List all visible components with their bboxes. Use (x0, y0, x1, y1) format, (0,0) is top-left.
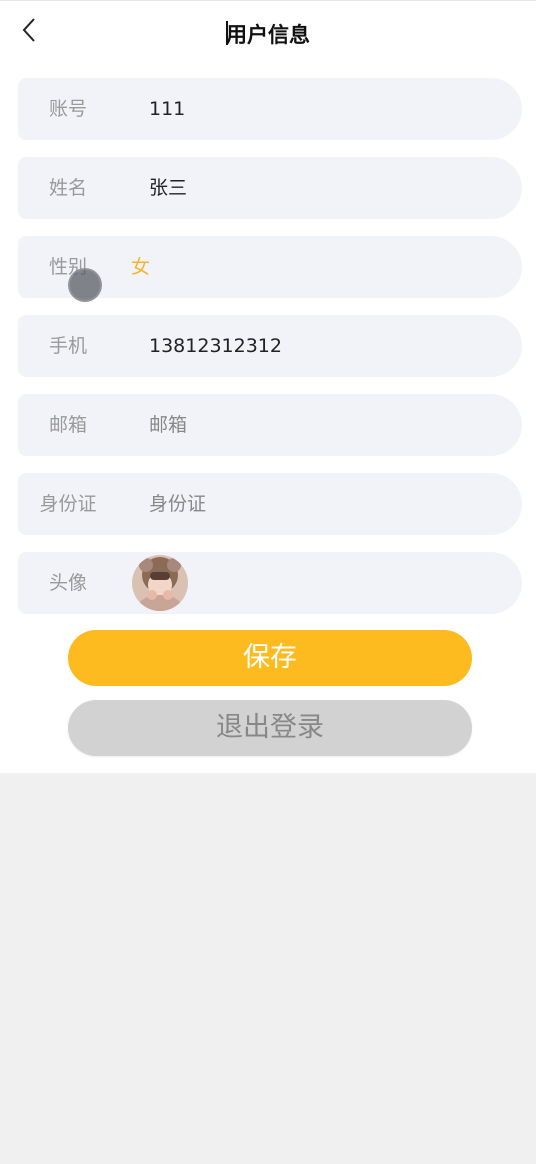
idcard-row[interactable]: 身份证 身份证 (18, 473, 522, 535)
account-value: 111 (149, 98, 186, 120)
text-cursor (226, 21, 228, 45)
account-row: 账号 111 (18, 78, 522, 140)
name-label: 姓名 (48, 177, 87, 199)
name-row[interactable]: 姓名 张三 (18, 157, 522, 219)
save-button[interactable]: 保存 (68, 630, 472, 686)
account-label: 账号 (48, 98, 87, 120)
avatar-label: 头像 (48, 572, 87, 594)
idcard-label: 身份证 (39, 493, 97, 515)
gender-picker[interactable]: 女 (131, 236, 150, 298)
page-title: 用户信息 (226, 23, 310, 47)
touch-indicator (68, 268, 102, 302)
logout-button[interactable]: 退出登录 (68, 700, 472, 756)
email-row[interactable]: 邮箱 邮箱 (18, 394, 522, 456)
idcard-input[interactable]: 身份证 (149, 473, 206, 535)
avatar-row[interactable]: 头像 (18, 552, 522, 614)
phone-label: 手机 (48, 335, 87, 357)
phone-row[interactable]: 手机 13812312312 (18, 315, 522, 377)
user-info-page: 用户信息 账号 111 姓名 张三 性别 女 手机 13812312312 邮箱… (0, 0, 536, 773)
email-label: 邮箱 (48, 414, 87, 436)
name-input[interactable]: 张三 (149, 157, 187, 219)
header: 用户信息 (0, 1, 536, 65)
avatar[interactable] (132, 555, 188, 611)
email-input[interactable]: 邮箱 (149, 394, 187, 456)
phone-input[interactable]: 13812312312 (149, 315, 282, 377)
avatar-image (132, 555, 188, 611)
